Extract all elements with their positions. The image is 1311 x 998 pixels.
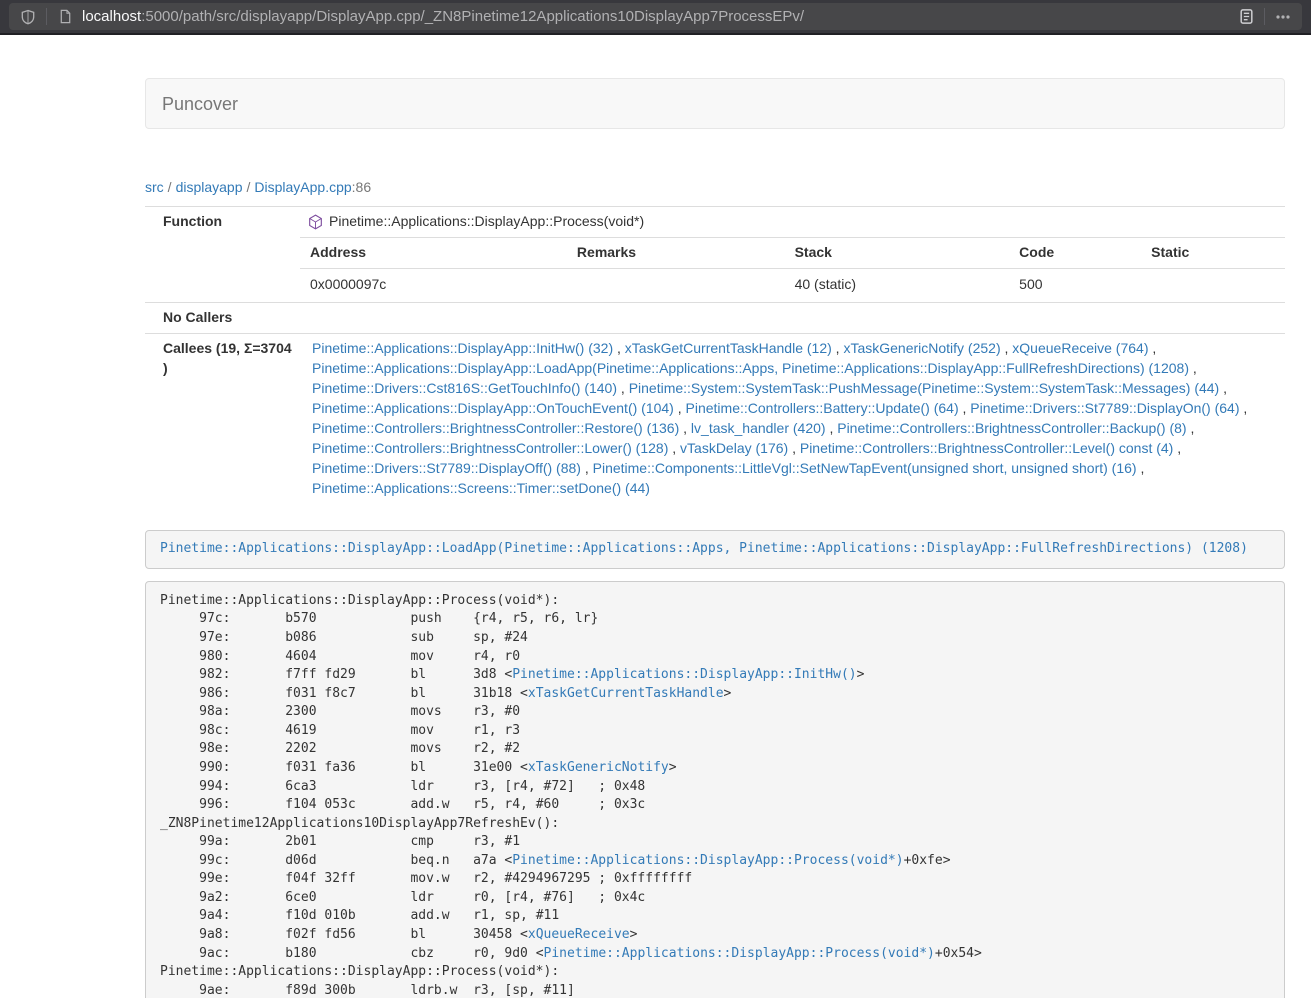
highlighted-symbol-block: Pinetime::Applications::DisplayApp::Load…	[145, 530, 1285, 570]
asm-symbol-link[interactable]: xQueueReceive	[528, 927, 630, 942]
callee-link[interactable]: Pinetime::Applications::DisplayApp::Init…	[312, 340, 613, 356]
breadcrumb-src[interactable]: src	[145, 179, 164, 195]
asm-symbol-link[interactable]: xTaskGenericNotify	[528, 760, 669, 775]
breadcrumb-separator: /	[243, 179, 255, 195]
callee-link[interactable]: vTaskDelay (176)	[680, 440, 788, 456]
url-host: localhost	[82, 8, 141, 25]
callee-link[interactable]: Pinetime::System::SystemTask::PushMessag…	[629, 380, 1220, 396]
table-row: 0x0000097c 40 (static) 500	[300, 268, 1285, 301]
breadcrumb-separator: /	[164, 179, 176, 195]
callee-link[interactable]: Pinetime::Applications::Screens::Timer::…	[312, 480, 650, 496]
function-name: Pinetime::Applications::DisplayApp::Proc…	[329, 212, 644, 232]
reader-mode-icon[interactable]	[1235, 6, 1257, 28]
breadcrumb-line-number: :86	[352, 179, 371, 195]
callee-link[interactable]: Pinetime::Controllers::BrightnessControl…	[312, 420, 679, 436]
callee-link[interactable]: Pinetime::Controllers::BrightnessControl…	[837, 420, 1186, 436]
url-path: :5000/path/src/displayapp/DisplayApp.cpp…	[141, 8, 804, 25]
table-row: Function Pinetime::Applications::Display…	[145, 207, 1285, 238]
divider	[1264, 8, 1265, 25]
callee-link[interactable]: Pinetime::Drivers::St7789::DisplayOff() …	[312, 460, 581, 476]
asm-symbol-link[interactable]: Pinetime::Applications::DisplayApp::Init…	[512, 667, 856, 682]
table-header-row: Address Remarks Stack Code Static	[300, 238, 1285, 268]
static-value	[1141, 268, 1285, 301]
page-icon[interactable]	[54, 6, 76, 28]
highlighted-symbol-link[interactable]: Pinetime::Applications::DisplayApp::Load…	[160, 541, 1248, 556]
url-bar[interactable]: localhost:5000/path/src/displayapp/Displ…	[9, 3, 1302, 30]
address-value: 0x0000097c	[300, 268, 567, 301]
callers-label: No Callers	[145, 302, 300, 333]
page-content: Puncover src/displayapp/DisplayApp.cpp:8…	[145, 35, 1285, 998]
function-stats-table: Address Remarks Stack Code Static 0x0000…	[300, 238, 1285, 302]
callee-link[interactable]: Pinetime::Applications::DisplayApp::OnTo…	[312, 400, 674, 416]
remarks-value	[567, 268, 785, 301]
col-static: Static	[1141, 238, 1285, 268]
table-row: No Callers	[145, 302, 1285, 333]
breadcrumb: src/displayapp/DisplayApp.cpp:86	[145, 179, 1285, 195]
callee-link[interactable]: Pinetime::Controllers::BrightnessControl…	[312, 440, 668, 456]
stack-value: 40 (static)	[785, 268, 1010, 301]
divider	[46, 8, 47, 25]
col-address: Address	[300, 238, 567, 268]
table-row: Callees (19, Σ=3704 ) Pinetime::Applicat…	[145, 333, 1285, 506]
asm-symbol-link[interactable]: xTaskGetCurrentTaskHandle	[528, 686, 724, 701]
callee-link[interactable]: Pinetime::Controllers::Battery::Update()…	[686, 400, 959, 416]
app-navbar: Puncover	[145, 78, 1285, 129]
callees-list: Pinetime::Applications::DisplayApp::Init…	[300, 333, 1285, 506]
symbol-info-table: Function Pinetime::Applications::Display…	[145, 206, 1285, 507]
callee-link[interactable]: Pinetime::Controllers::BrightnessControl…	[800, 440, 1173, 456]
callee-link[interactable]: Pinetime::Drivers::St7789::DisplayOn() (…	[970, 400, 1239, 416]
code-value: 500	[1009, 268, 1141, 301]
callee-link[interactable]: Pinetime::Components::LittleVgl::SetNewT…	[593, 460, 1137, 476]
callee-link[interactable]: Pinetime::Drivers::Cst816S::GetTouchInfo…	[312, 380, 617, 396]
breadcrumb-displayapp[interactable]: displayapp	[176, 179, 243, 195]
callee-link[interactable]: xQueueReceive (764)	[1012, 340, 1148, 356]
symbol-cube-icon	[308, 214, 323, 230]
asm-symbol-link[interactable]: Pinetime::Applications::DisplayApp::Proc…	[512, 853, 903, 868]
shield-icon[interactable]	[17, 6, 39, 28]
browser-toolbar: localhost:5000/path/src/displayapp/Displ…	[0, 0, 1311, 35]
asm-symbol-link[interactable]: Pinetime::Applications::DisplayApp::Proc…	[544, 946, 935, 961]
table-row: Address Remarks Stack Code Static 0x0000…	[145, 237, 1285, 302]
col-stack: Stack	[785, 238, 1010, 268]
callee-link[interactable]: xTaskGenericNotify (252)	[843, 340, 1000, 356]
callee-link[interactable]: lv_task_handler (420)	[691, 420, 826, 436]
app-title[interactable]: Puncover	[162, 94, 238, 114]
function-label: Function	[145, 207, 300, 303]
callee-link[interactable]: Pinetime::Applications::DisplayApp::Load…	[312, 360, 1189, 376]
page-actions-menu-icon[interactable]	[1272, 6, 1294, 28]
assembly-block: Pinetime::Applications::DisplayApp::Proc…	[145, 581, 1285, 998]
col-remarks: Remarks	[567, 238, 785, 268]
callee-link[interactable]: xTaskGetCurrentTaskHandle (12)	[625, 340, 832, 356]
breadcrumb-file[interactable]: DisplayApp.cpp	[254, 179, 351, 195]
col-code: Code	[1009, 238, 1141, 268]
url-text[interactable]: localhost:5000/path/src/displayapp/Displ…	[82, 8, 1235, 25]
callees-label: Callees (19, Σ=3704 )	[145, 333, 300, 506]
